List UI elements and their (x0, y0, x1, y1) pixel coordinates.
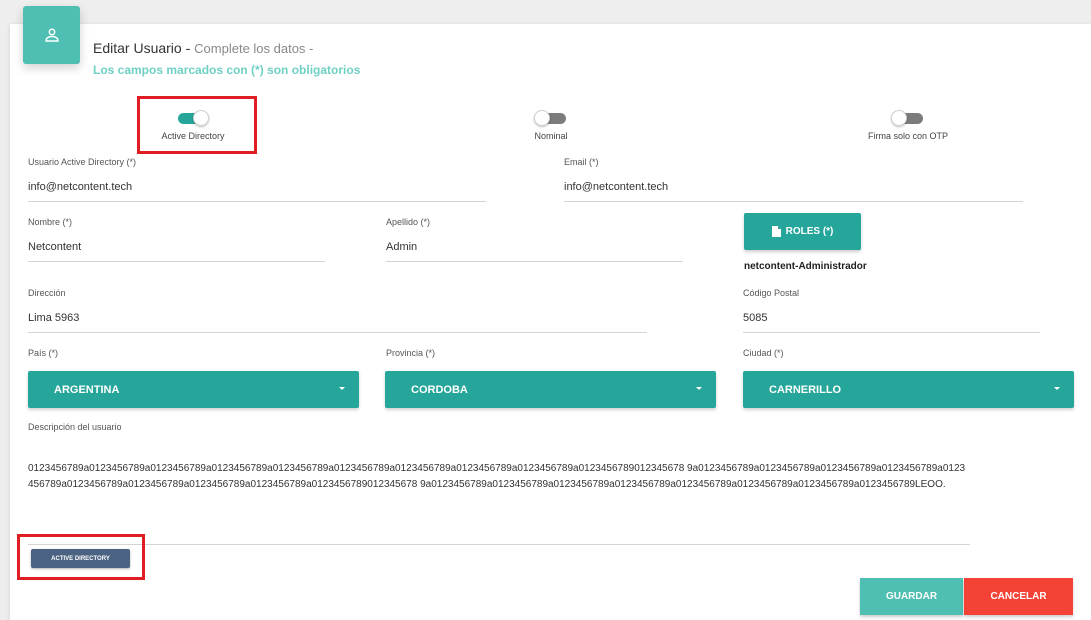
toggle-active-directory[interactable]: Active Directory (152, 110, 234, 141)
toggle-label: Firma solo con OTP (867, 131, 949, 141)
provincia-select-value: CORDOBA (411, 383, 468, 396)
ciudad-label: Ciudad (*) (743, 348, 784, 358)
email-input[interactable]: info@netcontent.tech (564, 181, 668, 193)
cancel-button[interactable]: CANCELAR (964, 578, 1073, 615)
toggle-switch[interactable] (891, 110, 925, 126)
toggle-label: Active Directory (161, 131, 225, 141)
toggle-switch[interactable] (176, 110, 210, 126)
toggle-nominal[interactable]: Nominal (510, 110, 592, 141)
roles-button[interactable]: ROLES (*) (744, 213, 861, 250)
toggle-switch[interactable] (534, 110, 568, 126)
pais-label: País (*) (28, 348, 59, 358)
title-separator: - (181, 40, 195, 56)
ciudad-select-value: CARNERILLO (769, 383, 842, 396)
codigo-postal-underline (743, 332, 1040, 333)
apellido-underline (386, 261, 683, 262)
toggle-firma-otp[interactable]: Firma solo con OTP (858, 110, 958, 141)
caret-down-icon (696, 387, 702, 390)
ad-user-input[interactable]: info@netcontent.tech (28, 181, 132, 193)
ad-user-underline (28, 201, 486, 202)
pais-select[interactable]: ARGENTINA (28, 371, 359, 408)
ad-user-label: Usuario Active Directory (*) (28, 157, 137, 167)
page-title-text: Editar Usuario (93, 40, 182, 56)
descripcion-underline (28, 544, 970, 545)
nombre-underline (28, 261, 325, 262)
descripcion-textarea[interactable]: 0123456789a0123456789a0123456789a0123456… (28, 461, 970, 493)
email-underline (564, 201, 1023, 202)
direccion-label: Dirección (28, 288, 66, 298)
apellido-label: Apellido (*) (386, 217, 431, 227)
assigned-role: netcontent-Administrador (744, 261, 867, 272)
codigo-postal-input[interactable]: 5085 (743, 312, 767, 324)
toggle-label: Nominal (534, 131, 568, 141)
page-title: Editar Usuario - Complete los datos - (93, 40, 313, 56)
roles-button-label: ROLES (*) (785, 226, 834, 237)
required-fields-note: Los campos marcados con (*) son obligato… (93, 63, 361, 77)
direccion-input[interactable]: Lima 5963 (28, 312, 79, 324)
apellido-input[interactable]: Admin (386, 241, 417, 253)
caret-down-icon (1054, 387, 1060, 390)
direccion-underline (28, 332, 647, 333)
user-icon (44, 28, 59, 42)
descripcion-label: Descripción del usuario (28, 422, 122, 432)
pais-select-value: ARGENTINA (54, 383, 120, 396)
nombre-label: Nombre (*) (28, 217, 73, 227)
codigo-postal-label: Código Postal (743, 288, 800, 298)
caret-down-icon (339, 387, 345, 390)
save-button[interactable]: GUARDAR (860, 578, 963, 615)
file-icon (771, 226, 781, 237)
header-badge (23, 6, 80, 64)
provincia-label: Provincia (*) (386, 348, 436, 358)
active-directory-button[interactable]: ACTIVE DIRECTORY (31, 549, 130, 568)
nombre-input[interactable]: Netcontent (28, 241, 81, 253)
email-label: Email (*) (564, 157, 599, 167)
ciudad-select[interactable]: CARNERILLO (743, 371, 1074, 408)
provincia-select[interactable]: CORDOBA (385, 371, 716, 408)
page-subtitle: Complete los datos - (194, 41, 314, 56)
